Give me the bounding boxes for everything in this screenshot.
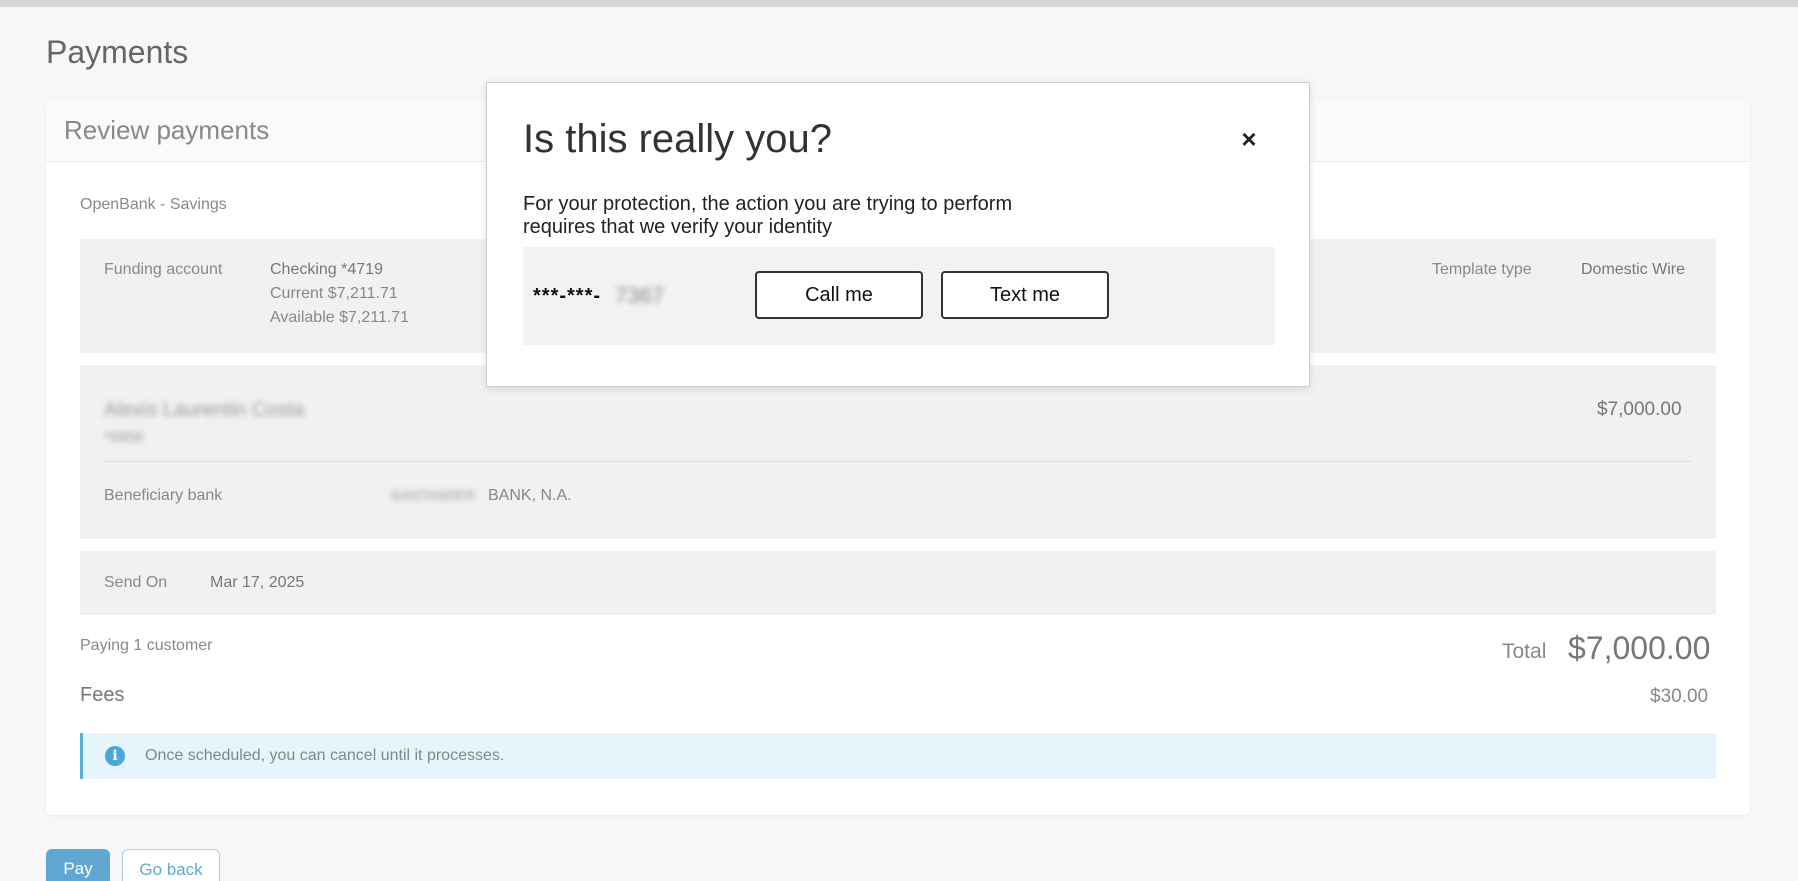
phone-number-prefix: ***-***- <box>533 285 602 307</box>
funding-account-label: Funding account <box>104 261 223 278</box>
beneficiary-bank-label: Beneficiary bank <box>104 487 223 504</box>
send-on-date: Mar 17, 2025 <box>210 574 305 591</box>
info-text: Once scheduled, you can cancel until it … <box>145 747 505 764</box>
go-back-button[interactable]: Go back <box>122 849 220 881</box>
beneficiary-bank-name: BANK, N.A. <box>488 487 572 504</box>
total-value: $7,000.00 <box>1568 630 1711 666</box>
beneficiary-divider <box>104 461 1692 462</box>
verify-identity-modal: Is this really you? × For your protectio… <box>486 82 1310 387</box>
verify-options: ***-***- 7367 Call me Text me <box>523 247 1275 345</box>
text-me-button[interactable]: Text me <box>941 271 1109 319</box>
modal-description: For your protection, the action you are … <box>523 193 1083 239</box>
beneficiary-panel: Alexis Laurentin Costa *9958 $7,000.00 B… <box>80 365 1716 539</box>
send-on-label: Send On <box>104 574 168 591</box>
template-type-label: Template type <box>1432 261 1532 278</box>
beneficiary-amount: $7,000.00 <box>1597 399 1682 420</box>
fees-value: $30.00 <box>1650 686 1709 707</box>
funding-available-balance: Available $7,211.71 <box>270 309 410 326</box>
pay-button[interactable]: Pay <box>46 849 110 881</box>
beneficiary-name: Alexis Laurentin Costa <box>104 399 305 421</box>
fees-label: Fees <box>80 684 125 706</box>
send-on-panel: Send On Mar 17, 2025 <box>80 551 1716 615</box>
template-type-value: Domestic Wire <box>1581 261 1686 278</box>
info-banner: i Once scheduled, you can cancel until i… <box>80 733 1716 779</box>
call-me-button[interactable]: Call me <box>755 271 923 319</box>
total-label: Total <box>1502 640 1547 663</box>
page-title: Payments <box>46 34 189 70</box>
modal-title: Is this really you? <box>523 117 833 161</box>
funding-account-value: Checking *4719 <box>270 261 383 278</box>
paying-count: Paying 1 customer <box>80 637 213 654</box>
top-bar <box>0 0 1798 7</box>
bank-name: OpenBank - Savings <box>80 196 227 213</box>
info-icon: i <box>105 746 125 766</box>
beneficiary-bank-name-blurred: SANTANDER <box>390 487 476 503</box>
modal-description-line1: For your protection, the action you are … <box>523 193 1013 215</box>
close-icon[interactable]: × <box>1235 125 1263 153</box>
funding-current-balance: Current $7,211.71 <box>270 285 398 302</box>
phone-number-masked: 7367 <box>615 283 664 308</box>
beneficiary-account: *9958 <box>104 429 144 446</box>
modal-description-line2: requires that we verify your identity <box>523 216 833 238</box>
